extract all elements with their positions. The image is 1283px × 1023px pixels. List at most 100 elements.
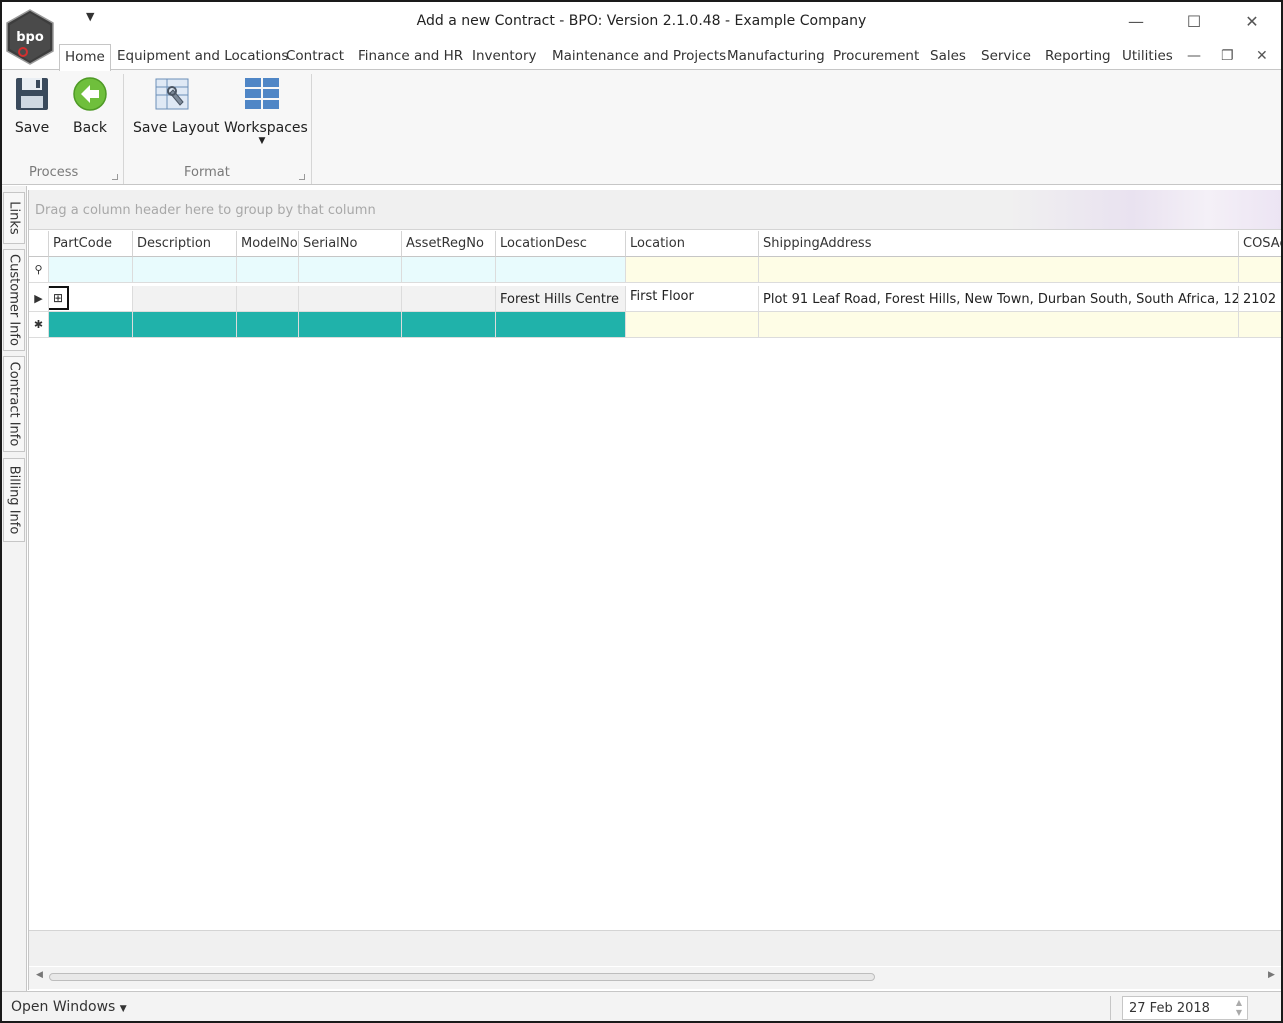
filter-cell-assetregno[interactable]: [402, 257, 496, 283]
open-windows-dropdown-icon: ▼: [119, 1004, 127, 1014]
group-by-panel[interactable]: Drag a column header here to group by th…: [29, 190, 1281, 230]
row-indicator-header: [29, 231, 49, 257]
table-row-shippingaddress[interactable]: Plot 91 Leaf Road, Forest Hills, New Tow…: [759, 286, 1239, 312]
new-row-modelno[interactable]: [237, 312, 299, 338]
table-row-locationdesc[interactable]: Forest Hills Centre: [496, 286, 626, 312]
column-header-description[interactable]: Description: [133, 231, 237, 257]
column-header-locationdesc[interactable]: LocationDesc: [496, 231, 626, 257]
column-header-location[interactable]: Location: [626, 231, 759, 257]
tab-contract[interactable]: Contract: [286, 48, 344, 64]
grid-footer: [29, 930, 1281, 966]
back-icon: [73, 77, 107, 111]
table-row-modelno[interactable]: [237, 286, 299, 312]
column-header-serialno[interactable]: SerialNo: [299, 231, 402, 257]
group-by-hint: Drag a column header here to group by th…: [35, 203, 376, 218]
workspaces-button[interactable]: Workspaces ▼: [224, 76, 308, 146]
application-window: ▼ Add a new Contract - BPO: Version 2.1.…: [0, 0, 1283, 1023]
sidetab-contract-info-label: Contract Info: [6, 361, 22, 447]
new-row-shippingaddress[interactable]: [759, 312, 1239, 338]
date-field[interactable]: 27 Feb 2018 ▲ ▼: [1122, 996, 1248, 1020]
bpo-logo-icon[interactable]: bpo: [4, 8, 56, 66]
scroll-left-icon[interactable]: ◀: [36, 970, 43, 980]
workspaces-dropdown-icon: ▼: [258, 136, 266, 146]
filter-cell-modelno[interactable]: [237, 257, 299, 283]
new-row-cosac[interactable]: [1239, 312, 1281, 338]
filter-cell-serialno[interactable]: [299, 257, 402, 283]
back-label: Back: [73, 120, 107, 136]
new-row-serialno[interactable]: [299, 312, 402, 338]
tab-finance-and-hr[interactable]: Finance and HR: [358, 48, 463, 64]
new-row-description[interactable]: [133, 312, 237, 338]
table-row-partcode[interactable]: ⊞: [49, 286, 133, 312]
filter-cell-locationdesc[interactable]: [496, 257, 626, 283]
table-row-description[interactable]: [133, 286, 237, 312]
format-group-label: Format: [184, 165, 230, 180]
column-header-partcode[interactable]: PartCode: [49, 231, 133, 257]
sidetab-billing-info-label: Billing Info: [6, 465, 22, 535]
sidetab-contract-info[interactable]: Contract Info: [3, 356, 25, 452]
tab-equipment-and-locations[interactable]: Equipment and Locations: [117, 48, 288, 64]
maximize-icon[interactable]: ☐: [1179, 10, 1209, 34]
process-group-label: Process: [29, 165, 79, 180]
tab-inventory[interactable]: Inventory: [472, 48, 536, 64]
tab-reporting[interactable]: Reporting: [1045, 48, 1111, 64]
tab-procurement[interactable]: Procurement: [833, 48, 919, 64]
tab-utilities[interactable]: Utilities: [1122, 48, 1173, 64]
filter-cell-partcode[interactable]: [49, 257, 133, 283]
new-row-icon: ✱: [29, 312, 49, 338]
date-spinner-icon[interactable]: ▲ ▼: [1236, 998, 1242, 1018]
new-row-locationdesc[interactable]: [496, 312, 626, 338]
scrollbar-thumb[interactable]: [49, 973, 875, 981]
open-windows-button[interactable]: Open Windows ▼: [11, 999, 127, 1015]
close-icon[interactable]: ✕: [1237, 10, 1267, 34]
mdi-restore-icon[interactable]: ❐: [1221, 48, 1234, 64]
status-bar: Open Windows ▼ 27 Feb 2018 ▲ ▼: [2, 991, 1281, 1021]
column-header-modelno[interactable]: ModelNo: [237, 231, 299, 257]
new-row-location[interactable]: [626, 312, 759, 338]
sidetab-customer-info[interactable]: Customer Info: [3, 249, 25, 351]
process-dialog-launcher-icon[interactable]: [112, 174, 118, 180]
column-header-cosac[interactable]: COSAc: [1239, 231, 1281, 257]
minimize-icon[interactable]: —: [1121, 10, 1151, 34]
mdi-close-icon[interactable]: ✕: [1256, 48, 1268, 64]
save-button[interactable]: Save: [14, 76, 50, 136]
table-row-assetregno[interactable]: [402, 286, 496, 312]
tab-sales[interactable]: Sales: [930, 48, 966, 64]
filter-cell-shippingaddress[interactable]: [759, 257, 1239, 283]
ribbon-group-separator: [311, 74, 312, 184]
format-dialog-launcher-icon[interactable]: [299, 174, 305, 180]
save-layout-button[interactable]: Save Layout: [133, 76, 219, 136]
expand-row-icon[interactable]: ⊞: [49, 286, 69, 310]
equipment-grid: Drag a column header here to group by th…: [28, 190, 1281, 990]
save-layout-icon: [155, 78, 189, 110]
mdi-minimize-icon[interactable]: —: [1187, 48, 1201, 64]
side-panel-tabs: Links Customer Info Contract Info Billin…: [2, 186, 27, 991]
filter-cell-cosac[interactable]: [1239, 257, 1281, 283]
workspaces-label: Workspaces: [224, 120, 308, 136]
window-title: Add a new Contract - BPO: Version 2.1.0.…: [416, 13, 867, 29]
table-row-cosac[interactable]: 2102: [1239, 286, 1281, 312]
workspaces-icon: [245, 78, 279, 109]
sidetab-links[interactable]: Links: [3, 192, 25, 244]
tab-service[interactable]: Service: [981, 48, 1031, 64]
sidetab-billing-info[interactable]: Billing Info: [3, 458, 25, 542]
filter-cell-location[interactable]: [626, 257, 759, 283]
save-label: Save: [14, 120, 50, 136]
new-row-assetregno[interactable]: [402, 312, 496, 338]
tab-manufacturing[interactable]: Manufacturing: [727, 48, 825, 64]
new-row-partcode[interactable]: [49, 312, 133, 338]
column-header-shippingaddress[interactable]: ShippingAddress: [759, 231, 1239, 257]
column-header-assetregno[interactable]: AssetRegNo: [402, 231, 496, 257]
horizontal-scrollbar[interactable]: ◀ ▶: [29, 967, 1281, 989]
scroll-right-icon[interactable]: ▶: [1268, 970, 1275, 980]
table-row-location[interactable]: First Floor: [626, 286, 759, 312]
save-icon: [16, 78, 48, 110]
table-row-serialno[interactable]: [299, 286, 402, 312]
tab-maintenance-and-projects[interactable]: Maintenance and Projects: [552, 48, 726, 64]
back-button[interactable]: Back: [71, 76, 109, 136]
filter-cell-description[interactable]: [133, 257, 237, 283]
status-separator: [1110, 996, 1111, 1020]
date-value: 27 Feb 2018: [1129, 1001, 1210, 1016]
ribbon: Save Back Process Save Layout Workspaces…: [2, 69, 1281, 185]
tab-home[interactable]: Home: [59, 44, 111, 71]
